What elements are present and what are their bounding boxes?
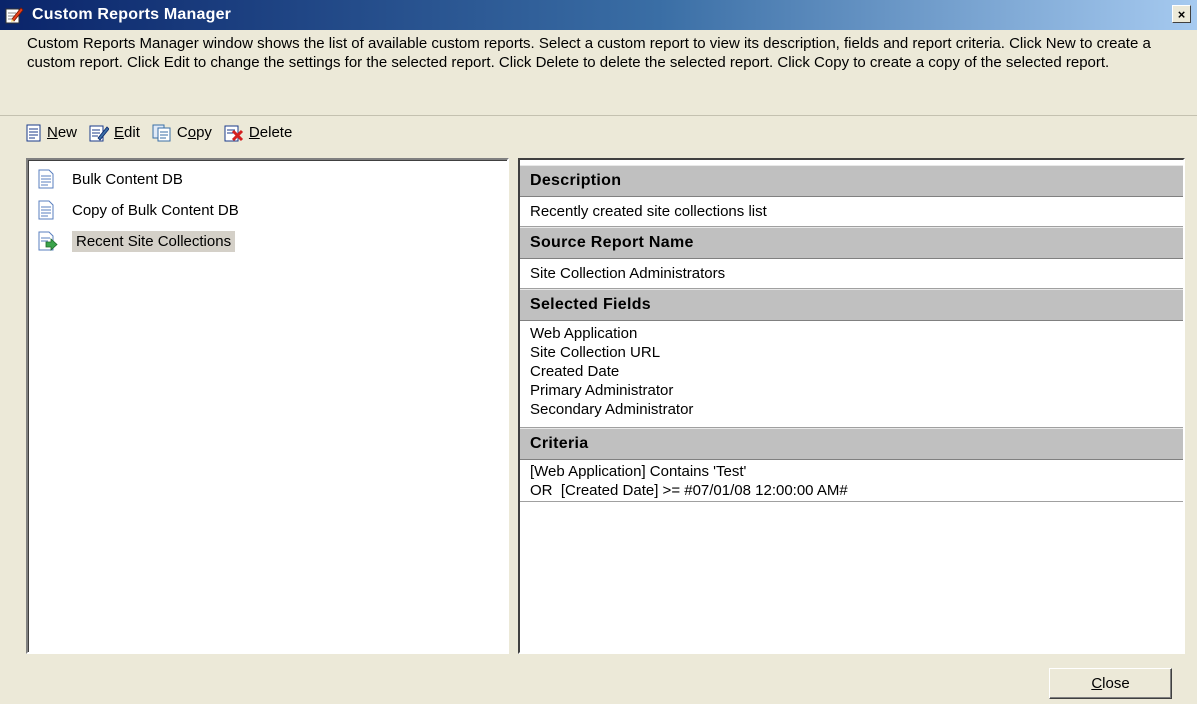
close-button[interactable]: Close xyxy=(1049,668,1172,699)
list-item-label: Bulk Content DB xyxy=(72,170,183,188)
selected-fields-header: Selected Fields xyxy=(520,289,1183,321)
window-title: Custom Reports Manager xyxy=(32,6,232,23)
source-report-header: Source Report Name xyxy=(520,227,1183,259)
field-item: Secondary Administrator xyxy=(530,401,694,418)
edit-report-icon xyxy=(89,125,110,141)
delete-button[interactable]: Delete xyxy=(224,124,292,142)
title-bar[interactable]: Custom Reports Manager × xyxy=(0,0,1197,30)
close-accel: C xyxy=(1091,675,1103,692)
reports-list[interactable]: Bulk Content DB Copy of Bulk Content DB … xyxy=(26,158,509,654)
list-item-label: Copy of Bulk Content DB xyxy=(72,201,239,219)
delete-report-icon xyxy=(224,125,243,141)
copy-prefix: C xyxy=(176,124,188,141)
report-icon xyxy=(38,169,54,189)
criteria-line: OR [Created Date] >= #07/01/08 12:00:00 … xyxy=(530,482,848,499)
edit-button[interactable]: Edit xyxy=(89,124,140,142)
criteria-line: [Web Application] Contains 'Test' xyxy=(530,463,747,480)
new-accel: N xyxy=(47,124,58,141)
delete-accel: D xyxy=(248,124,260,141)
copy-label: py xyxy=(196,124,212,141)
copy-report-icon xyxy=(152,124,171,141)
criteria-list: [Web Application] Contains 'Test' OR [Cr… xyxy=(520,460,1183,502)
field-item: Site Collection URL xyxy=(530,344,661,361)
list-item[interactable]: Copy of Bulk Content DB xyxy=(38,197,243,223)
edit-accel: E xyxy=(114,124,125,141)
selected-fields-list: Web Application Site Collection URL Crea… xyxy=(520,322,1183,428)
description-value: Recently created site collections list xyxy=(520,197,1183,227)
field-item: Created Date xyxy=(530,363,620,380)
delete-label: elete xyxy=(259,124,293,141)
new-report-icon xyxy=(26,124,41,141)
close-label: lose xyxy=(1102,675,1130,692)
toolbar: New Edit Co py Delete xyxy=(0,115,1197,149)
copy-accel: o xyxy=(187,124,197,141)
edit-label: dit xyxy=(124,124,140,141)
new-button[interactable]: New xyxy=(26,124,77,142)
report-arrow-icon xyxy=(38,231,58,251)
instructions-text: Custom Reports Manager window shows the … xyxy=(27,35,1151,71)
report-icon xyxy=(38,200,54,220)
list-item[interactable]: Recent Site Collections xyxy=(38,228,236,254)
criteria-header: Criteria xyxy=(520,428,1183,460)
copy-button[interactable]: Co py xyxy=(152,124,212,142)
close-icon: × xyxy=(1177,6,1186,22)
field-item: Primary Administrator xyxy=(530,382,674,399)
report-details-panel: Description Recently created site collec… xyxy=(518,158,1185,654)
new-label: ew xyxy=(57,124,78,141)
description-header: Description xyxy=(520,165,1183,197)
window-close-button[interactable]: × xyxy=(1172,5,1191,23)
list-item[interactable]: Bulk Content DB xyxy=(38,166,187,192)
field-item: Web Application xyxy=(530,325,638,342)
source-report-value: Site Collection Administrators xyxy=(520,259,1183,289)
list-item-label: Recent Site Collections xyxy=(72,230,236,252)
notepad-pencil-icon xyxy=(4,5,24,25)
